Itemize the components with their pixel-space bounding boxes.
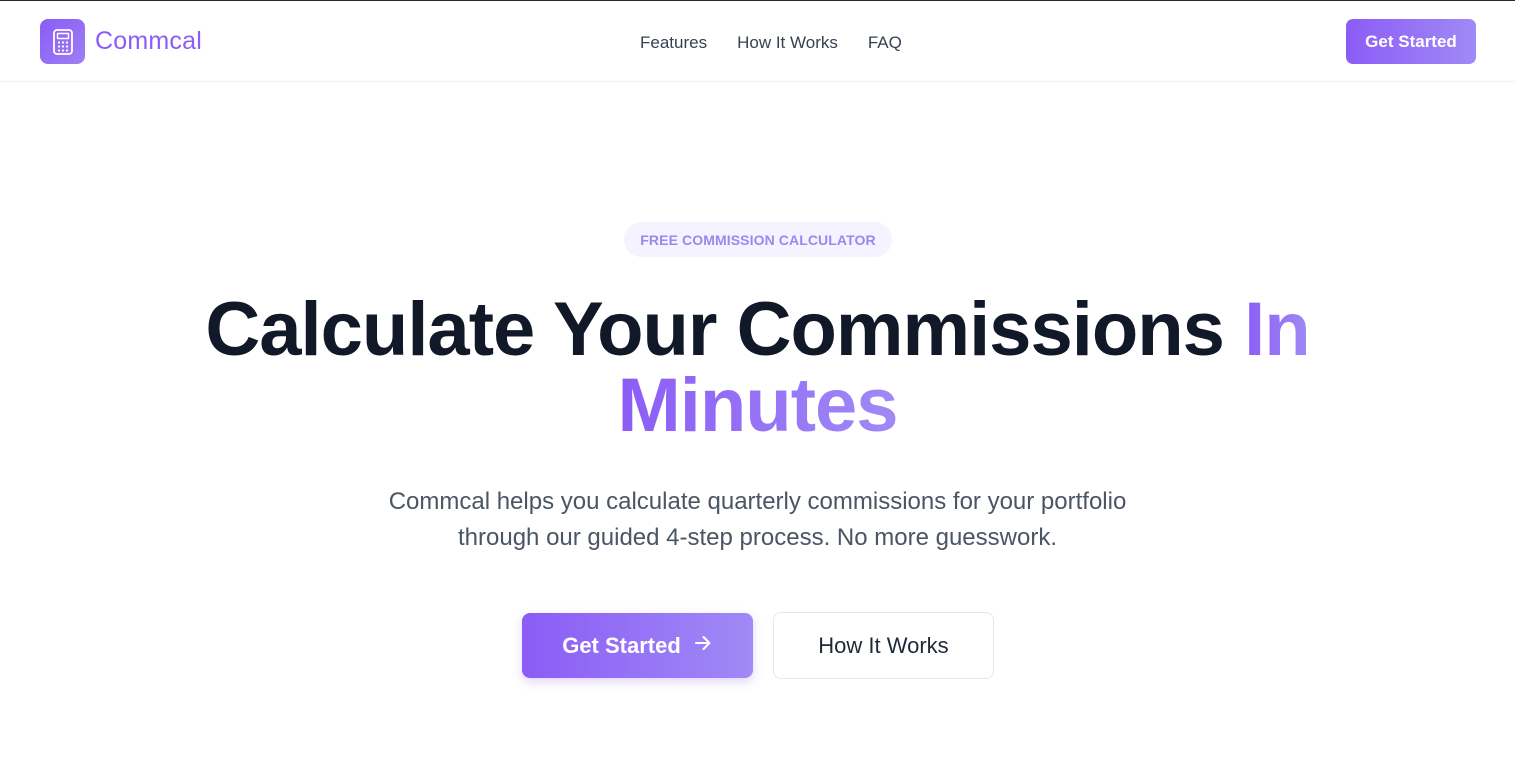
top-navbar: Commcal Features How It Works FAQ Get St… xyxy=(0,1,1515,82)
nav-link-features[interactable]: Features xyxy=(640,33,707,53)
hero-get-started-button[interactable]: Get Started xyxy=(522,613,753,678)
hero-title-line-2: Minutes xyxy=(0,368,1515,444)
hero-badge: FREE COMMISSION CALCULATOR xyxy=(624,222,892,257)
hero-get-started-label: Get Started xyxy=(562,632,681,658)
hero-title-accent-in: In xyxy=(1244,287,1311,372)
hero-title-main: Calculate Your Commissions xyxy=(205,287,1245,372)
hero-subtitle: Commcal helps you calculate quarterly co… xyxy=(357,484,1158,556)
hero-subtitle-line-1: Commcal helps you calculate quarterly co… xyxy=(388,488,1127,515)
header-get-started-button[interactable]: Get Started xyxy=(1346,19,1476,64)
calculator-icon xyxy=(40,19,85,64)
hero-title-line-1: Calculate Your Commissions In xyxy=(0,292,1515,368)
hero-how-it-works-button[interactable]: How It Works xyxy=(773,612,994,679)
arrow-right-icon xyxy=(693,633,713,659)
brand-link[interactable]: Commcal xyxy=(40,19,202,64)
main-nav: Features How It Works FAQ xyxy=(640,31,902,55)
hero-subtitle-line-2: through our guided 4-step process. No mo… xyxy=(458,524,1057,551)
nav-link-how-it-works[interactable]: How It Works xyxy=(737,33,838,53)
nav-link-faq[interactable]: FAQ xyxy=(868,33,902,53)
brand-name: Commcal xyxy=(95,27,202,55)
hero-title-accent-minutes: Minutes xyxy=(617,363,898,448)
hero-title: Calculate Your Commissions In Minutes xyxy=(0,292,1515,444)
